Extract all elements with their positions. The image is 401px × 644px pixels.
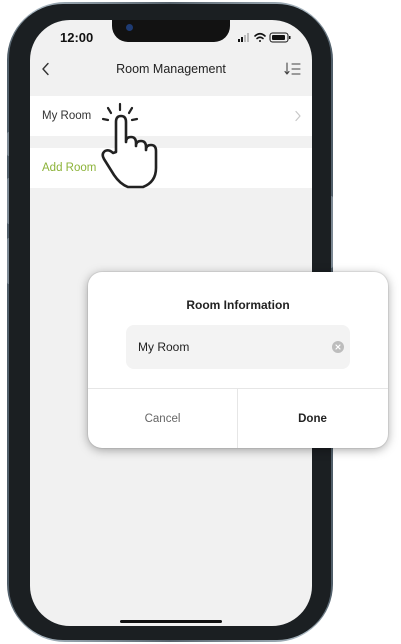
cancel-button[interactable]: Cancel [88,389,237,448]
back-button[interactable] [36,58,56,80]
wifi-icon [254,32,266,42]
done-button[interactable]: Done [238,389,387,448]
room-name-input-value: My Room [138,340,190,354]
list-item-my-room[interactable]: My Room [30,96,312,136]
add-room-button[interactable]: Add Room [30,148,312,188]
sort-list-icon [284,62,301,75]
status-icons [238,32,291,43]
signal-icon [238,33,249,42]
chevron-right-icon [295,110,301,122]
camera-icon [126,24,133,31]
sort-button[interactable] [284,59,302,79]
tap-hand-icon [101,102,158,189]
close-icon [335,344,341,350]
notch [112,20,230,42]
clear-input-icon[interactable] [332,341,344,353]
add-room-label: Add Room [42,162,97,174]
status-time: 12:00 [60,30,94,45]
battery-icon [269,32,291,43]
page-title: Room Management [116,62,226,76]
room-information-dialog: Room Information My Room Cancel Done [88,272,388,448]
chevron-left-icon [42,62,49,76]
room-name-label: My Room [42,110,92,122]
room-name-input[interactable]: My Room [126,325,350,369]
home-indicator [120,620,222,623]
dialog-title: Room Information [186,298,290,312]
nav-bar: Room Management [30,56,312,84]
